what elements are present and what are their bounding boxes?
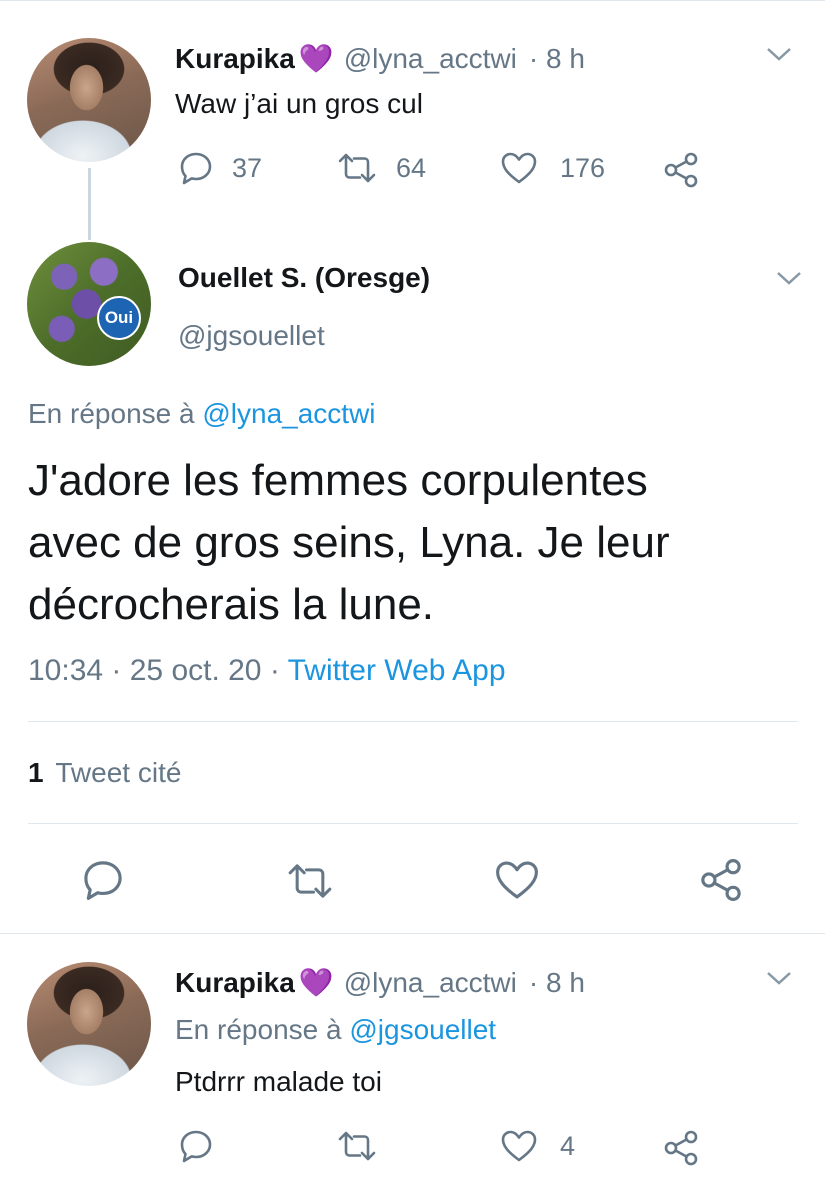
tweet3-header: Kurapika 💜 @lyna_acctwi · 8 h (175, 966, 585, 999)
share-icon[interactable] (662, 1130, 700, 1166)
tweet1-text: Waw j’ai un gros cul (175, 88, 423, 119)
retweet-action[interactable]: 64 (336, 150, 426, 186)
quote-tweets-link[interactable]: 1 Tweet cité (28, 757, 181, 789)
reply-action[interactable]: 37 (178, 150, 262, 186)
display-name[interactable]: Kurapika (175, 43, 295, 75)
reply-count: 37 (232, 152, 263, 183)
heart-icon (501, 152, 537, 184)
avatar-ouellet[interactable]: Oui (27, 242, 151, 366)
heart-icon[interactable] (494, 858, 540, 902)
reply-prefix: En réponse à (175, 1014, 342, 1045)
quote-count: 1 (28, 757, 44, 788)
like-count: 176 (560, 152, 606, 183)
retweet-icon (338, 153, 376, 183)
tweet-meta: 10:34 · 25 oct. 20 · Twitter Web App (28, 654, 506, 688)
top-divider (0, 0, 825, 11)
thread-connector (88, 168, 91, 240)
reply-context: En réponse à @lyna_acctwi (28, 398, 376, 430)
oui-badge: Oui (97, 296, 141, 340)
chevron-down-icon[interactable] (764, 44, 794, 64)
user-handle[interactable]: @lyna_acctwi (344, 43, 517, 75)
retweet-icon[interactable] (336, 1128, 378, 1164)
purple-heart-icon: 💜 (298, 43, 334, 74)
reply-icon[interactable] (80, 858, 126, 902)
quote-label: Tweet cité (55, 757, 182, 788)
tweet-text-line: décrocherais la lune. (28, 580, 435, 629)
reply-to-link[interactable]: @jgsouellet (349, 1014, 496, 1045)
avatar-kurapika[interactable] (27, 38, 151, 162)
reply-context: En réponse à @jgsouellet (175, 1014, 496, 1046)
tweet-time[interactable]: · 8 h (529, 43, 585, 75)
display-name[interactable]: Ouellet S. (Oresge) (178, 262, 430, 294)
divider (0, 933, 825, 934)
retweet-count: 64 (396, 152, 427, 183)
tweet1-header: Kurapika 💜 @lyna_acctwi · 8 h (175, 42, 585, 75)
heart-icon (501, 1130, 537, 1162)
share-icon[interactable] (662, 152, 700, 188)
reply-to-link[interactable]: @lyna_acctwi (202, 398, 375, 429)
tweet3-text: Ptdrrr malade toi (175, 1066, 382, 1097)
like-action[interactable]: 4 (500, 1128, 575, 1164)
tweet-time[interactable]: · 8 h (529, 967, 585, 999)
user-handle[interactable]: @lyna_acctwi (344, 967, 517, 999)
user-handle[interactable]: @jgsouellet (178, 320, 325, 352)
source-link[interactable]: Twitter Web App (288, 654, 506, 687)
divider (28, 823, 798, 824)
timestamp[interactable]: 10:34 · 25 oct. 20 · (28, 654, 288, 687)
tweet-text-line: avec de gros seins, Lyna. Je leur (28, 518, 670, 567)
chevron-down-icon[interactable] (774, 268, 804, 288)
chevron-down-icon[interactable] (764, 968, 794, 988)
display-name[interactable]: Kurapika (175, 967, 295, 999)
divider (28, 721, 798, 722)
purple-heart-icon: 💜 (298, 967, 334, 998)
like-count: 4 (560, 1130, 576, 1161)
reply-icon[interactable] (178, 1128, 214, 1164)
avatar-kurapika[interactable] (27, 962, 151, 1086)
share-icon[interactable] (698, 858, 744, 902)
like-action[interactable]: 176 (500, 150, 605, 186)
tweet-text-line: J'adore les femmes corpulentes (28, 456, 648, 505)
reply-icon (180, 152, 212, 185)
main-tweet-text: J'adore les femmes corpulentes avec de g… (28, 450, 670, 636)
reply-prefix: En réponse à (28, 398, 195, 429)
retweet-icon[interactable] (284, 860, 336, 902)
